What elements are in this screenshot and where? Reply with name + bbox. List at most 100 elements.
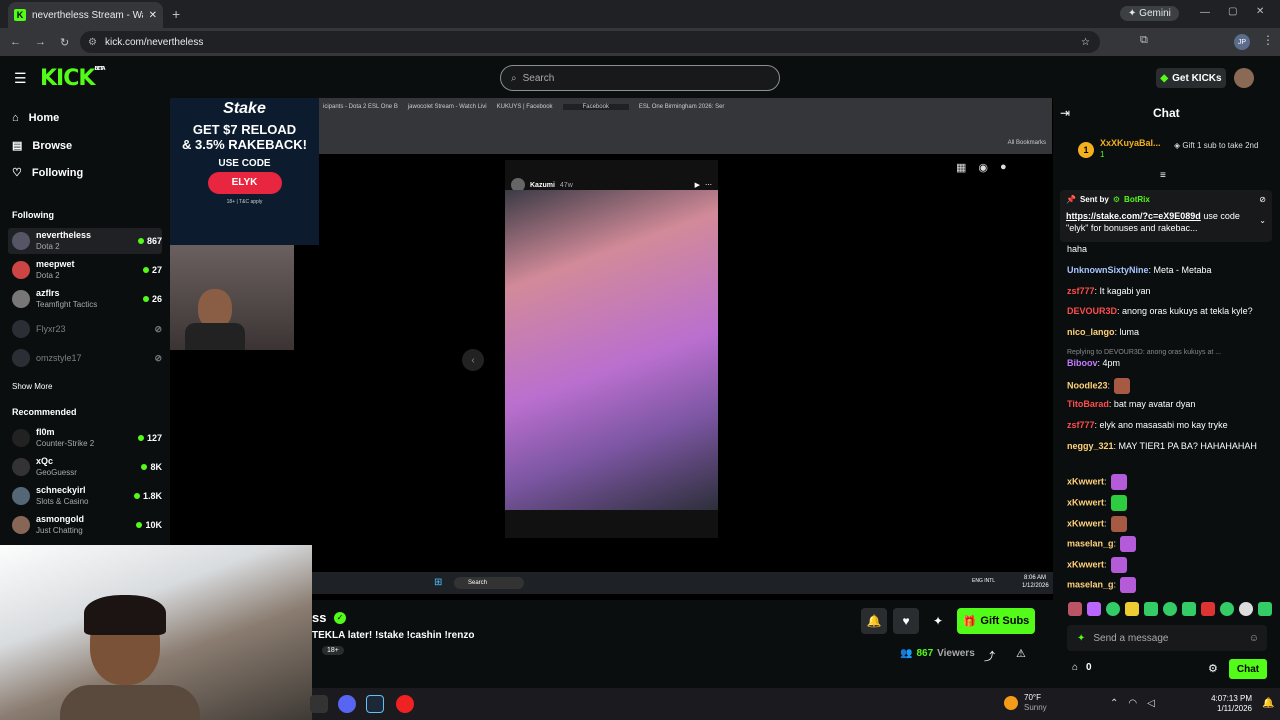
back-icon[interactable]: ← — [10, 36, 21, 48]
chat-username[interactable]: neggy_321 — [1067, 441, 1114, 451]
media-app-icon[interactable] — [396, 695, 414, 713]
gift-sub-note[interactable]: ◈ Gift 1 sub to take 2nd — [1174, 141, 1266, 151]
discord-icon[interactable] — [338, 695, 356, 713]
unpin-icon[interactable]: ⊘ — [1259, 195, 1266, 204]
share-icon[interactable]: ⤴ — [984, 648, 995, 664]
clock[interactable]: 4:07:13 PM 1/11/2026 — [1208, 694, 1252, 714]
nav-browse[interactable]: ▤ Browse — [12, 139, 72, 153]
sidebar-channel-asmongold[interactable]: asmongold Just Chatting 10K — [8, 512, 162, 538]
chat-message[interactable]: maselan_g: — [1067, 577, 1267, 593]
notification-bell-button[interactable]: 🔔 — [861, 608, 887, 634]
hamburger-menu-icon[interactable]: ☰ — [14, 70, 27, 87]
chat-message[interactable]: DEVOUR3D: anong oras kukuys at tekla kyl… — [1067, 305, 1267, 318]
chat-message[interactable]: maselan_g: — [1067, 536, 1267, 552]
address-bar[interactable]: ⚙ kick.com/nevertheless ☆ — [80, 31, 1100, 53]
gemini-button[interactable]: ✦ Gemini — [1120, 6, 1179, 21]
close-window-button[interactable]: ✕ — [1256, 6, 1264, 17]
chat-username[interactable]: xKwwert — [1067, 518, 1104, 528]
system-tray[interactable]: ⌃ ◠ ◁ — [1110, 698, 1155, 709]
chat-username[interactable]: Biboov — [1067, 358, 1098, 368]
emote-icon[interactable] — [1201, 602, 1215, 616]
emoji-icon[interactable]: ☺ — [1249, 633, 1259, 644]
chevron-down-icon[interactable]: ⌄ — [1259, 216, 1266, 225]
chat-message[interactable]: xKwwert: — [1067, 557, 1267, 573]
emote-icon[interactable] — [1220, 602, 1234, 616]
chat-username[interactable]: UnknownSixtyNine — [1067, 265, 1149, 275]
collapse-chat-icon[interactable]: ⇥ — [1060, 106, 1070, 120]
emote-icon[interactable] — [1125, 602, 1139, 616]
chat-username[interactable]: Noodle23 — [1067, 380, 1108, 390]
chat-message[interactable]: zsf777: It kagabi yan — [1067, 285, 1267, 298]
emote-icon[interactable] — [1144, 602, 1158, 616]
follow-heart-button[interactable]: ♥ — [893, 608, 919, 634]
chat-message[interactable]: xKwwert: — [1067, 495, 1267, 511]
chevron-up-icon[interactable]: ⌃ — [1110, 698, 1118, 709]
chat-username[interactable]: TitoBarad — [1067, 399, 1109, 409]
notifications-icon[interactable]: 🔔 — [1262, 698, 1274, 709]
volume-icon[interactable]: ◁ — [1147, 698, 1155, 709]
chat-filter-icon[interactable]: ≡ — [1160, 170, 1166, 181]
user-avatar[interactable] — [1234, 68, 1254, 88]
chat-message[interactable]: Noodle23: — [1067, 378, 1267, 394]
steam-icon[interactable] — [366, 695, 384, 713]
weather-widget[interactable]: 70°F Sunny — [1004, 693, 1047, 713]
reload-icon[interactable]: ↻ — [60, 36, 69, 49]
close-tab-icon[interactable]: ✕ — [149, 10, 157, 21]
points-display[interactable]: ⌂ 0 — [1072, 662, 1092, 673]
maximize-button[interactable]: ▢ — [1228, 6, 1237, 17]
top-gifter[interactable]: 1 XxXKuyaBal... 1 — [1078, 138, 1161, 160]
minimize-button[interactable]: — — [1200, 7, 1210, 18]
sidebar-channel-fl0m[interactable]: fl0m Counter-Strike 2 127 — [8, 425, 162, 451]
chat-message[interactable]: nico_lango: luma — [1067, 326, 1267, 339]
taskbar-app-icon[interactable] — [310, 695, 328, 713]
chat-message[interactable]: TitoBarad: bat may avatar dyan — [1067, 398, 1267, 411]
chat-message[interactable]: xKwwert: — [1067, 474, 1267, 490]
chat-username[interactable]: xKwwert — [1067, 559, 1104, 569]
emote-icon[interactable] — [1106, 602, 1120, 616]
chat-input[interactable]: ✦ Send a message ☺ — [1067, 625, 1267, 651]
chat-message[interactable]: xKwwert: — [1067, 516, 1267, 532]
forward-icon[interactable]: → — [35, 36, 46, 48]
extensions-icon[interactable]: ⧉ — [1140, 34, 1148, 47]
chat-username[interactable]: nico_lango — [1067, 327, 1115, 337]
kick-logo[interactable]: KICKBETA — [40, 66, 106, 91]
chat-settings-icon[interactable]: ⚙ — [1208, 662, 1218, 675]
pinned-message[interactable]: 📌 Sent by ⚙ BotRix https://stake.com/?c=… — [1060, 190, 1272, 242]
search-input[interactable]: ⌕ Search — [500, 65, 780, 91]
chat-username[interactable]: maselan_g — [1067, 538, 1114, 548]
emote-icon[interactable] — [1182, 602, 1196, 616]
sidebar-channel-nevertheless[interactable]: nevertheless Dota 2 867 — [8, 228, 162, 254]
emote-icon[interactable] — [1258, 602, 1272, 616]
nav-following[interactable]: ♡ Following — [12, 166, 83, 180]
browser-menu-icon[interactable]: ⋮ — [1262, 33, 1274, 47]
chat-message[interactable]: UnknownSixtyNine: Meta - Metaba — [1067, 264, 1267, 277]
sidebar-channel-omzstyle17[interactable]: omzstyle17 ⊘ — [8, 345, 162, 371]
show-more-link[interactable]: Show More — [12, 382, 52, 391]
emote-icon[interactable] — [1163, 602, 1177, 616]
chat-username[interactable]: zsf777 — [1067, 286, 1095, 296]
sidebar-channel-schneckyirl[interactable]: schneckyirl Slots & Casino 1.8K — [8, 483, 162, 509]
gift-subs-button[interactable]: 🎁 Gift Subs — [957, 608, 1035, 634]
chat-message[interactable]: neggy_321: MAY TIER1 PA BA? HAHAHAHAH — [1067, 440, 1267, 453]
chat-message[interactable]: haha — [1067, 243, 1267, 256]
bookmark-star-icon[interactable]: ☆ — [1081, 37, 1090, 48]
chat-message[interactable]: zsf777: elyk ano masasabi mo kay tryke — [1067, 419, 1267, 432]
sidebar-channel-azflrs[interactable]: azflrs Teamfight Tactics 26 — [8, 286, 162, 312]
chat-send-button[interactable]: Chat — [1229, 659, 1267, 679]
site-info-icon[interactable]: ⚙ — [88, 37, 97, 48]
chat-username[interactable]: maselan_g — [1067, 579, 1114, 589]
sidebar-channel-meepwet[interactable]: meepwet Dota 2 27 — [8, 257, 162, 283]
browser-tab[interactable]: K nevertheless Stream - Watch Li ✕ — [8, 2, 163, 28]
wifi-icon[interactable]: ◠ — [1128, 698, 1137, 709]
new-tab-button[interactable]: + — [172, 6, 180, 22]
emote-icon[interactable] — [1239, 602, 1253, 616]
report-icon[interactable]: ⚠ — [1016, 647, 1026, 660]
nav-home[interactable]: ⌂ Home — [12, 112, 59, 124]
chat-username[interactable]: xKwwert — [1067, 497, 1104, 507]
sparkle-button[interactable]: ✦ — [925, 608, 951, 634]
emote-icon[interactable] — [1087, 602, 1101, 616]
get-kicks-button[interactable]: ◆ Get KICKs — [1156, 68, 1226, 88]
chat-username[interactable]: DEVOUR3D — [1067, 306, 1117, 316]
sidebar-channel-xqc[interactable]: xQc GeoGuessr 8K — [8, 454, 162, 480]
chat-username[interactable]: xKwwert — [1067, 476, 1104, 486]
